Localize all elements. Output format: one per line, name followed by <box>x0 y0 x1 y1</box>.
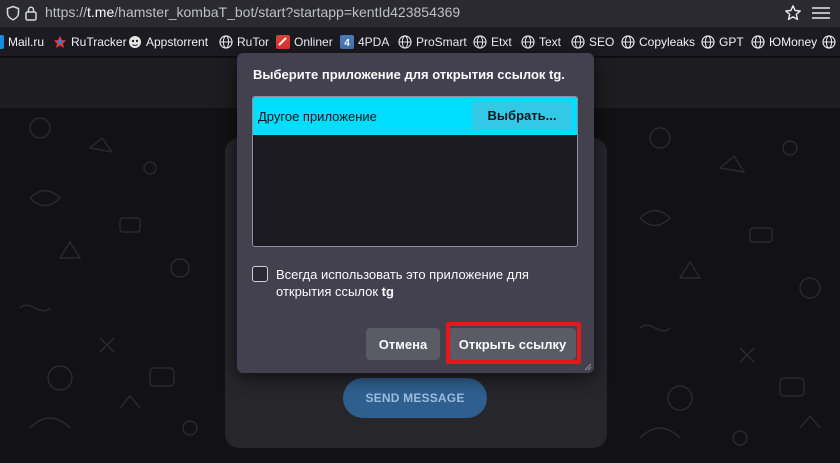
always-use-checkbox[interactable] <box>252 266 268 282</box>
globe-icon <box>751 35 765 49</box>
mailru-icon <box>0 35 4 49</box>
bookmark-star-icon[interactable] <box>784 4 802 22</box>
lock-icon[interactable] <box>24 5 38 21</box>
bookmark-mailru[interactable]: Mail.ru <box>0 34 44 50</box>
open-link-button[interactable]: Открыть ссылку <box>449 328 576 360</box>
always-use-label[interactable]: Всегда использовать это приложение для о… <box>276 266 576 300</box>
app-list-item[interactable]: Другое приложение Выбрать... <box>253 97 577 135</box>
bookmark-rutor[interactable]: RuTor <box>219 34 269 50</box>
bookmark-prosmart[interactable]: ProSmart <box>398 34 467 50</box>
globe-icon <box>701 35 715 49</box>
bookmark-etxt[interactable]: Etxt <box>473 34 512 50</box>
bookmark-copyleaks[interactable]: Copyleaks <box>621 34 695 50</box>
globe-icon <box>822 35 836 49</box>
4pda-icon: 4 <box>340 35 354 49</box>
globe-icon <box>473 35 487 49</box>
app-list-item-label: Другое приложение <box>258 109 377 124</box>
app-list[interactable]: Другое приложение Выбрать... <box>252 96 578 247</box>
resize-grip-icon[interactable] <box>582 361 592 371</box>
globe-icon <box>398 35 412 49</box>
appstorrent-icon <box>129 36 141 48</box>
bookmark-yumoney[interactable]: ЮMoney <box>751 34 817 50</box>
bookmark-4pda[interactable]: 4 4PDA <box>340 34 389 50</box>
address-bar-menu-icon[interactable] <box>810 4 832 22</box>
globe-icon <box>521 35 535 49</box>
globe-icon <box>621 35 635 49</box>
shield-icon[interactable] <box>5 5 21 21</box>
rutracker-icon <box>54 36 66 48</box>
choose-app-button[interactable]: Выбрать... <box>472 101 572 130</box>
bookmark-seo[interactable]: SEO <box>571 34 614 50</box>
bookmark-onliner[interactable]: Onliner <box>276 34 333 50</box>
bookmark-appstorrent[interactable]: Appstorrent <box>128 34 208 50</box>
cancel-button[interactable]: Отмена <box>366 328 440 360</box>
bookmark-rutracker[interactable]: RuTracker <box>53 34 127 50</box>
send-message-button[interactable]: SEND MESSAGE <box>343 378 487 418</box>
globe-icon <box>219 35 233 49</box>
address-bar[interactable]: https://t.me/hamster_kombaT_bot/start?st… <box>0 0 840 27</box>
bookmark-gpt[interactable]: GPT <box>701 34 744 50</box>
url-text[interactable]: https://t.me/hamster_kombaT_bot/start?st… <box>45 4 460 20</box>
bookmark-text[interactable]: Text <box>521 34 561 50</box>
globe-icon <box>571 35 585 49</box>
onliner-icon <box>276 35 290 49</box>
bookmark-more[interactable] <box>822 34 840 50</box>
svg-text:4: 4 <box>344 38 350 49</box>
dialog-title: Выберите приложение для открытия ссылок … <box>253 67 565 82</box>
app-chooser-dialog: Выберите приложение для открытия ссылок … <box>237 53 594 373</box>
